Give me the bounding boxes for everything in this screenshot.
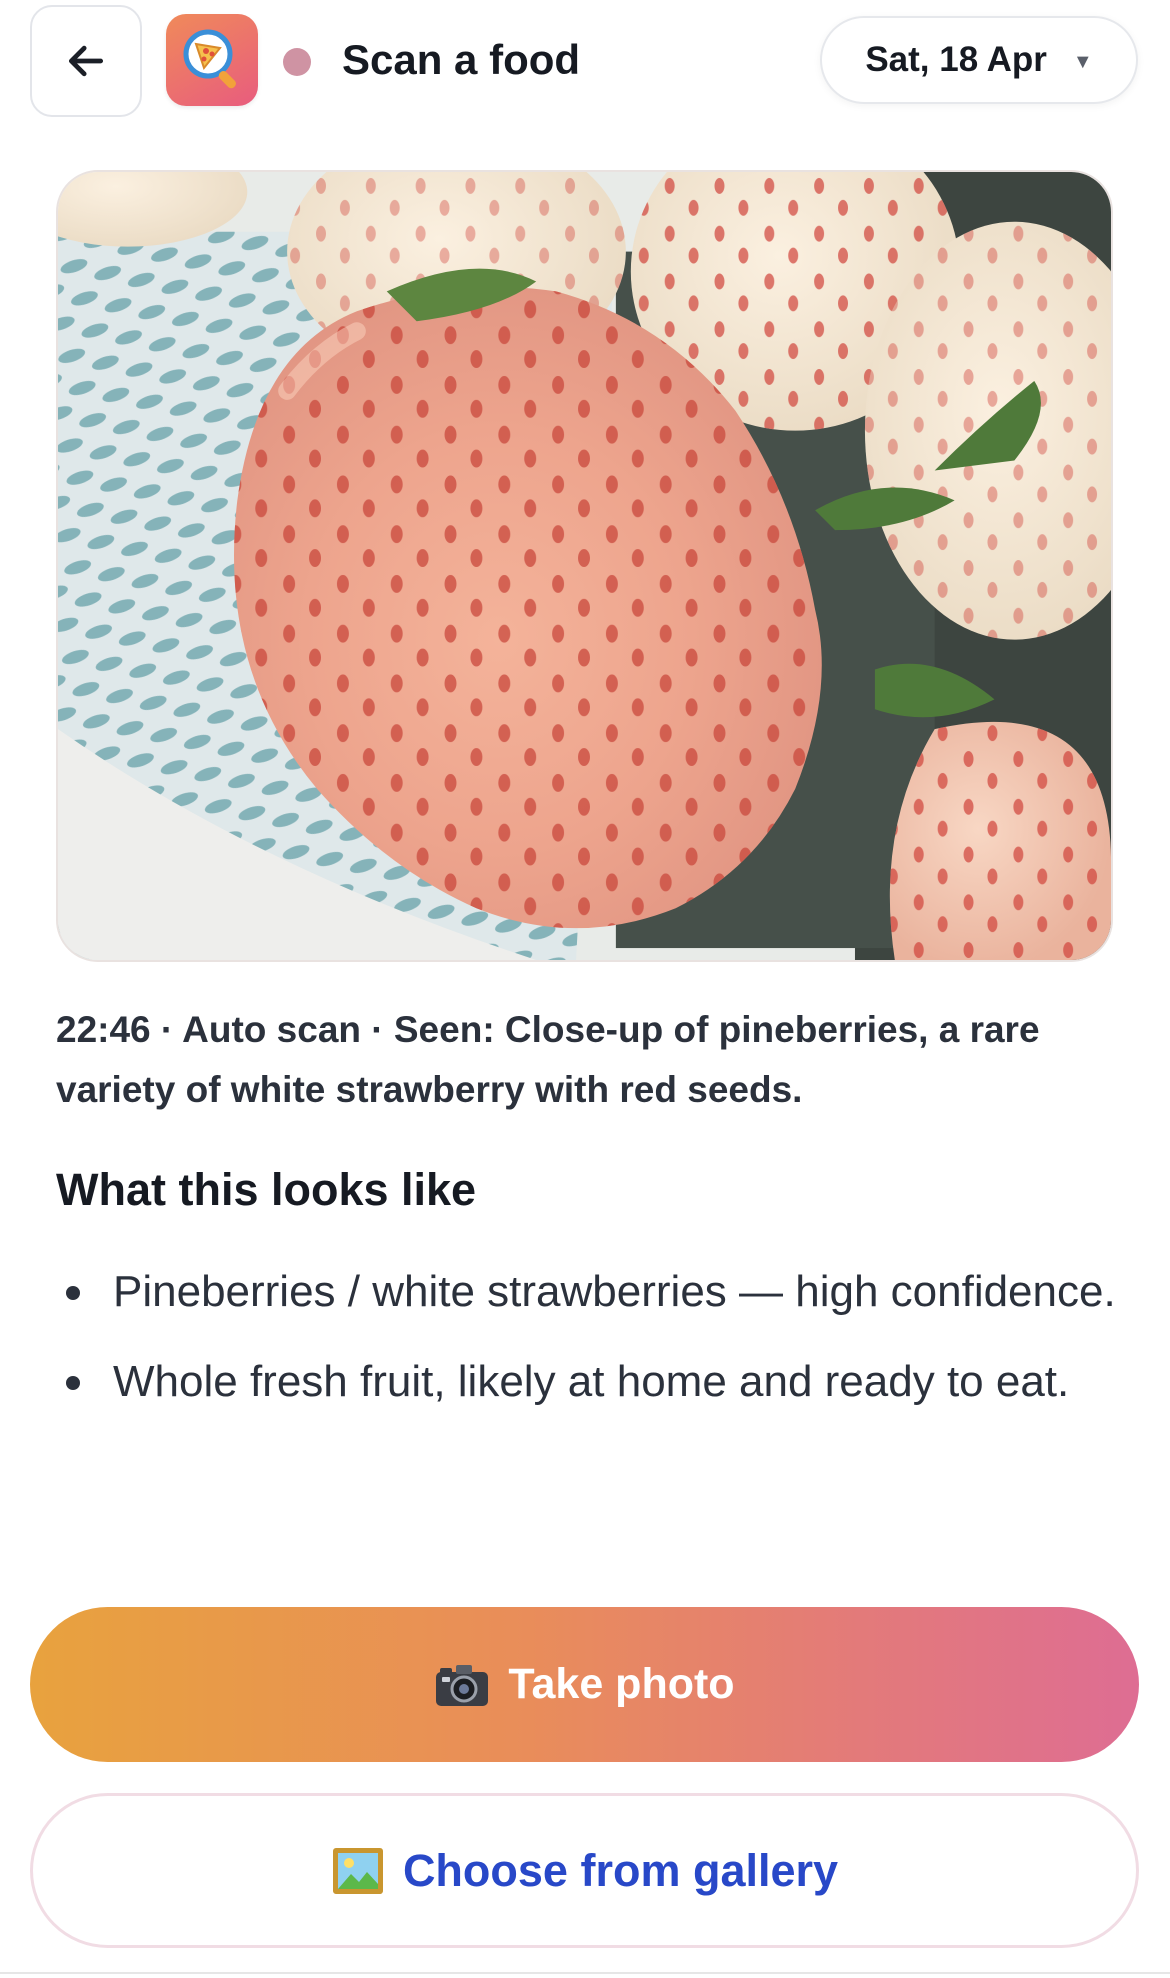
arrow-left-icon (68, 45, 104, 77)
bullet-icon (66, 1376, 80, 1390)
scanned-food-photo (56, 170, 1113, 962)
list-item-partial (56, 1436, 1116, 1456)
scan-food-screen: Scan a food Sat, 18 Apr ▼ 22:46 · Auto s… (0, 0, 1170, 1978)
scan-meta-description: 22:46 · Auto scan · Seen: Close-up of pi… (56, 1009, 1040, 1110)
result-list: Pineberries / white strawberries — high … (56, 1256, 1116, 1474)
list-item-text: Whole fresh fruit, likely at home and re… (113, 1357, 1070, 1406)
take-photo-button[interactable]: Take photo (30, 1607, 1139, 1762)
list-item: Whole fresh fruit, likely at home and re… (56, 1346, 1116, 1418)
bullet-icon (66, 1286, 80, 1300)
date-selector[interactable]: Sat, 18 Apr ▼ (820, 16, 1138, 104)
page-title: Scan a food (342, 36, 581, 83)
caret-down-icon: ▼ (1072, 50, 1093, 73)
take-photo-label: Take photo (508, 1660, 735, 1708)
date-label: Sat, 18 Apr (865, 40, 1047, 79)
framed-picture-icon (332, 1847, 383, 1894)
list-item: Pineberries / white strawberries — high … (56, 1256, 1116, 1328)
bottom-divider (0, 1972, 1170, 1974)
app-logo (166, 14, 258, 106)
pizza-magnifier-icon (183, 29, 236, 89)
status-indicator (283, 48, 311, 76)
list-item-text: Pineberries / white strawberries — high … (113, 1267, 1116, 1316)
gallery-label: Choose from gallery (402, 1844, 839, 1896)
camera-icon (436, 1664, 489, 1706)
pineberries-image (58, 172, 1111, 960)
section-heading: What this looks like (56, 1164, 477, 1215)
choose-from-gallery-button[interactable]: Choose from gallery (30, 1793, 1139, 1948)
back-button[interactable] (30, 5, 142, 117)
